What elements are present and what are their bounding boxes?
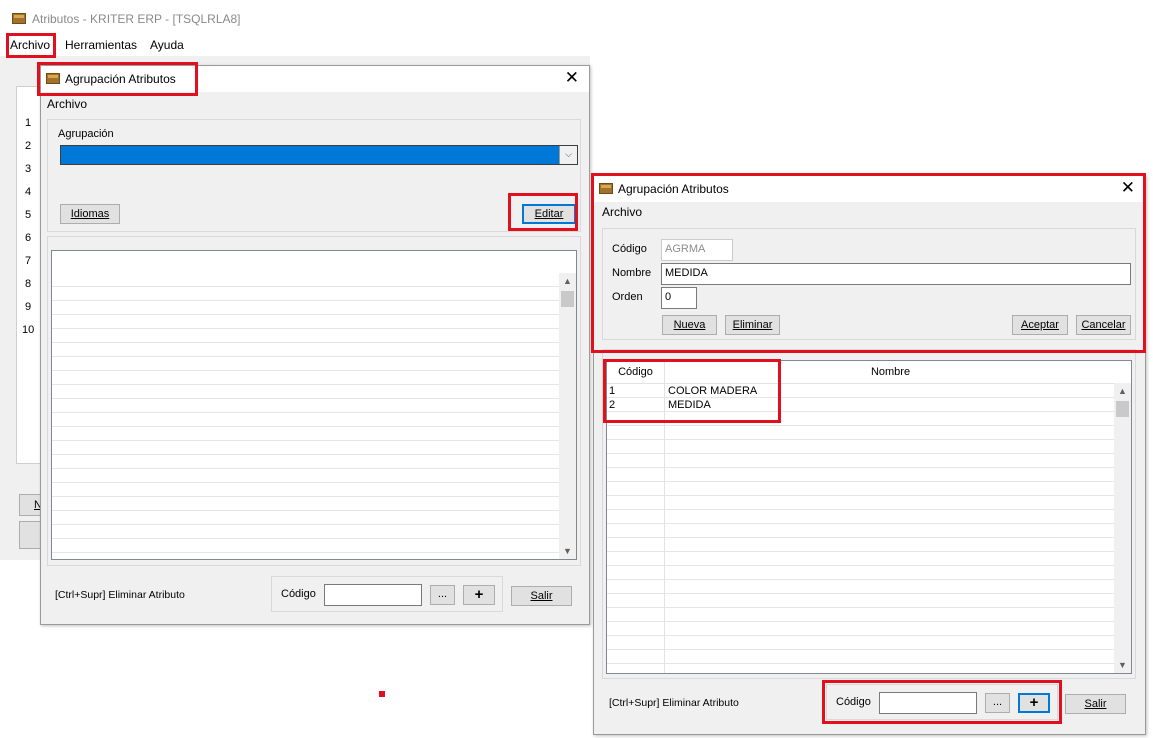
chevron-up-icon[interactable]: ▲ bbox=[559, 273, 576, 289]
row-number: 6 bbox=[25, 232, 32, 244]
row-number: 9 bbox=[25, 301, 32, 313]
aceptar-button[interactable]: Aceptar bbox=[1012, 315, 1068, 335]
row-number: 1 bbox=[25, 117, 32, 129]
grid-scrollbar[interactable]: ▲ ▼ bbox=[559, 273, 576, 559]
chevron-down-icon[interactable]: ▼ bbox=[559, 543, 576, 559]
chevron-down-icon[interactable]: ⌵ bbox=[559, 146, 577, 164]
menu-archivo[interactable]: Archivo bbox=[10, 38, 50, 52]
codigo-label: Código bbox=[612, 243, 647, 255]
cell-codigo: 2 bbox=[609, 399, 616, 411]
red-dot-marker bbox=[379, 691, 385, 697]
row-number: 2 bbox=[25, 140, 32, 152]
footer-hint: [Ctrl+Supr] Eliminar Atributo bbox=[609, 697, 739, 709]
row-number: 10 bbox=[22, 324, 35, 336]
row-number: 3 bbox=[25, 163, 32, 175]
editar-button[interactable]: Editar bbox=[522, 204, 576, 224]
orden-label: Orden bbox=[612, 291, 643, 303]
box-icon bbox=[46, 73, 60, 84]
dialog-titlebar: Agrupación Atributos ✕ bbox=[41, 66, 589, 92]
close-icon[interactable]: ✕ bbox=[1121, 179, 1135, 197]
cell-codigo: 1 bbox=[609, 385, 616, 397]
codigo-label: Código bbox=[836, 696, 871, 708]
main-titlebar: Atributos - KRITER ERP - [TSQLRLA8] bbox=[0, 0, 590, 34]
row-number: 7 bbox=[25, 255, 32, 267]
chevron-down-icon[interactable]: ▼ bbox=[1114, 657, 1131, 673]
idiomas-button[interactable]: Idiomas bbox=[60, 204, 120, 224]
atributos-grid[interactable]: ▲ ▼ bbox=[51, 250, 577, 560]
dialog-agrupacion-right: Agrupación Atributos ✕ Archivo Código AG… bbox=[593, 175, 1146, 735]
scroll-thumb[interactable] bbox=[561, 291, 574, 307]
cell-nombre: MEDIDA bbox=[668, 399, 711, 411]
nombre-label: Nombre bbox=[612, 267, 652, 279]
table-row[interactable]: 1 COLOR MADERA bbox=[607, 385, 1116, 398]
nueva-button[interactable]: Nueva bbox=[662, 315, 717, 335]
dialog-menu-archivo[interactable]: Archivo bbox=[602, 205, 642, 219]
atributos-grid[interactable]: Código Nombre 1 COLOR MADERA 2 MEDIDA ▲ … bbox=[606, 360, 1132, 674]
chevron-up-icon[interactable]: ▲ bbox=[1114, 383, 1131, 399]
main-window-title: Atributos - KRITER ERP - [TSQLRLA8] bbox=[32, 12, 241, 26]
codigo-search-input[interactable] bbox=[324, 584, 422, 606]
footer-hint: [Ctrl+Supr] Eliminar Atributo bbox=[55, 589, 185, 601]
dialog-title: Agrupación Atributos bbox=[618, 182, 729, 196]
codigo-search-group: Código ... + bbox=[271, 576, 503, 612]
dialog-titlebar: Agrupación Atributos ✕ bbox=[594, 176, 1145, 202]
browse-button[interactable]: ... bbox=[985, 693, 1010, 713]
nombre-field[interactable]: MEDIDA bbox=[661, 263, 1131, 285]
box-icon bbox=[599, 183, 613, 194]
dialog-title: Agrupación Atributos bbox=[65, 72, 176, 86]
add-button[interactable]: + bbox=[1018, 693, 1050, 713]
browse-button[interactable]: ... bbox=[430, 585, 455, 605]
agrupacion-label: Agrupación bbox=[58, 128, 114, 140]
row-number: 5 bbox=[25, 209, 32, 221]
agrupacion-form-group: Código AGRMA Nombre MEDIDA Orden 0 Nueva… bbox=[602, 228, 1136, 340]
column-header-nombre[interactable]: Nombre bbox=[665, 361, 1116, 384]
codigo-search-input[interactable] bbox=[879, 692, 977, 714]
row-number: 4 bbox=[25, 186, 32, 198]
atributos-grid-group: Código Nombre 1 COLOR MADERA 2 MEDIDA ▲ … bbox=[602, 349, 1136, 679]
column-divider bbox=[664, 383, 665, 673]
close-icon[interactable]: ✕ bbox=[565, 69, 579, 87]
grid-scrollbar[interactable]: ▲ ▼ bbox=[1114, 383, 1131, 673]
scroll-thumb[interactable] bbox=[1116, 401, 1129, 417]
menu-herramientas[interactable]: Herramientas bbox=[65, 38, 137, 52]
dialog-agrupacion-left: Agrupación Atributos ✕ Archivo Agrupació… bbox=[40, 65, 590, 625]
grid-rows bbox=[607, 384, 1114, 673]
salir-button[interactable]: Salir bbox=[1065, 694, 1126, 714]
codigo-search-group: Código ... + bbox=[826, 684, 1058, 720]
eliminar-button[interactable]: Eliminar bbox=[725, 315, 780, 335]
cell-nombre: COLOR MADERA bbox=[668, 385, 758, 397]
grid-rows bbox=[52, 273, 559, 559]
add-button[interactable]: + bbox=[463, 585, 495, 605]
row-number: 8 bbox=[25, 278, 32, 290]
cancelar-button[interactable]: Cancelar bbox=[1076, 315, 1131, 335]
atributos-grid-group: ▲ ▼ bbox=[47, 236, 581, 566]
codigo-field: AGRMA bbox=[661, 239, 733, 261]
codigo-label: Código bbox=[281, 588, 316, 600]
salir-button[interactable]: Salir bbox=[511, 586, 572, 606]
column-header-codigo[interactable]: Código bbox=[607, 361, 665, 384]
dialog-menu-archivo[interactable]: Archivo bbox=[47, 97, 87, 111]
app-box-icon bbox=[12, 13, 26, 24]
menu-ayuda[interactable]: Ayuda bbox=[150, 38, 184, 52]
agrupacion-select[interactable]: ⌵ bbox=[60, 145, 578, 165]
main-menubar: Archivo Herramientas Ayuda bbox=[0, 34, 590, 56]
orden-field[interactable]: 0 bbox=[661, 287, 697, 309]
agrupacion-group: Agrupación ⌵ Idiomas Editar bbox=[47, 119, 581, 232]
table-row[interactable]: 2 MEDIDA bbox=[607, 399, 1116, 412]
